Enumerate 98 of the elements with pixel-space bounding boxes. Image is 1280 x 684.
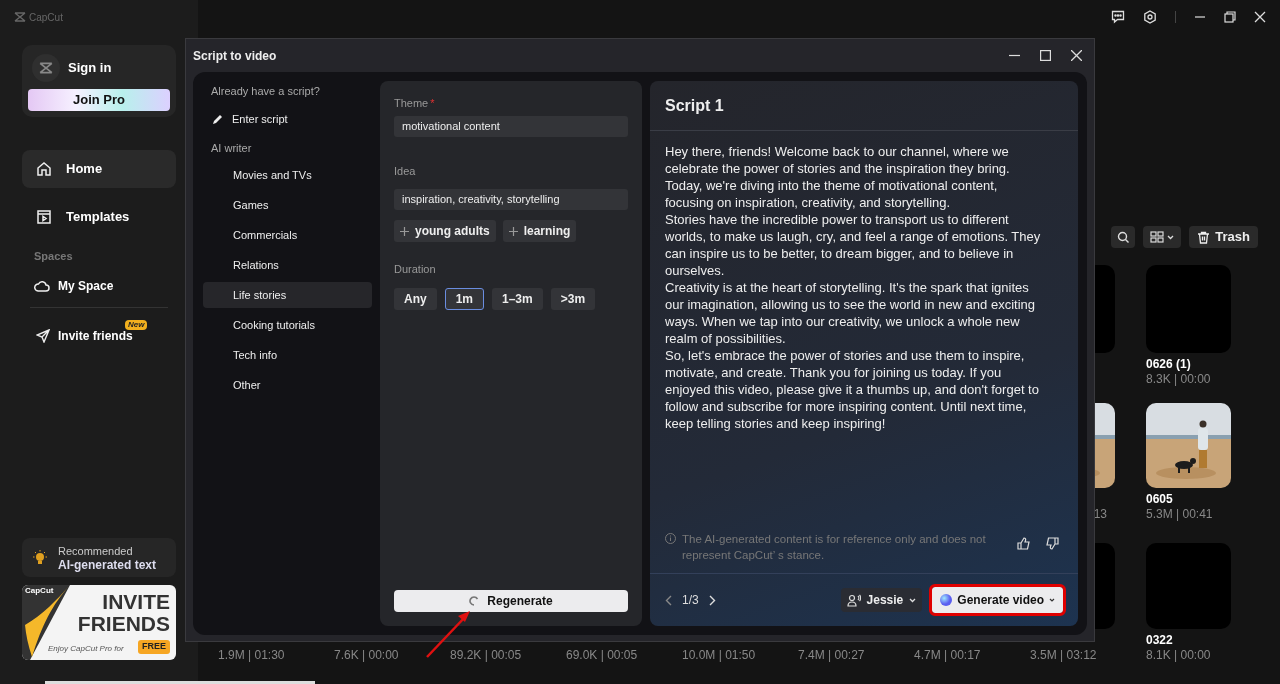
film-frame-icon	[36, 209, 52, 225]
video-stats: 89.2K | 00:05	[450, 648, 522, 663]
maximize-icon[interactable]	[1040, 50, 1051, 61]
category-item[interactable]: Tech info	[203, 342, 372, 368]
idea-field[interactable]: inspiration, creativity, storytelling	[394, 189, 628, 210]
duration-option[interactable]: 1m	[444, 288, 484, 310]
previous-icon[interactable]	[665, 594, 672, 606]
nav-item[interactable]: Templates	[22, 198, 176, 236]
join-pro-button[interactable]: Join Pro	[28, 89, 170, 111]
category-item[interactable]: Cooking tutorials	[203, 312, 372, 338]
video-title[interactable]: 0626 (1)	[1146, 357, 1231, 372]
feedback-icon[interactable]	[1111, 10, 1125, 24]
video-stats: 8.3K | 00:00	[1146, 372, 1211, 387]
grid-view-icon	[1150, 231, 1165, 243]
app-name: CapCut	[29, 10, 63, 25]
orb-icon	[940, 594, 953, 606]
speaker-person-icon	[846, 593, 861, 607]
recommendation-card[interactable]: Recommended AI-generated text	[22, 538, 176, 577]
thumbs-up-icon[interactable]	[1017, 537, 1031, 550]
suggestion-chip[interactable]: learning	[502, 220, 577, 242]
video-stats: 8.1K | 00:00	[1146, 648, 1211, 663]
video-stats: 10.0M | 01:50	[682, 648, 756, 663]
free-tag: FREE	[138, 640, 170, 654]
refresh-icon	[469, 596, 480, 606]
plus-icon	[400, 226, 409, 236]
video-stats: 69.0K | 00:05	[566, 648, 638, 663]
banner-headline: FRIENDS	[77, 613, 170, 635]
page-indicator: 1/3	[682, 592, 699, 609]
suggestion-chip[interactable]: young adults	[394, 220, 496, 242]
home-icon	[36, 161, 52, 177]
nav-item[interactable]: Home	[22, 150, 176, 188]
nav-item[interactable]: My Space	[22, 272, 176, 299]
banner-headline: INVITE	[102, 591, 170, 613]
banner-text: Enjoy CapCut Pro for	[48, 643, 124, 655]
video-stats: 13	[1093, 507, 1108, 522]
thumbs-down-icon[interactable]	[1045, 537, 1059, 550]
logo-icon	[14, 12, 26, 22]
video-title[interactable]: 0605	[1146, 492, 1231, 507]
invite-banner[interactable]: CapCut INVITE FRIENDS Enjoy CapCut Pro for FREE	[22, 585, 176, 660]
script-paragraph: Stories have the incredible power to transport us to different worlds, to make us laugh, cry, and feel a range of emotions. They can inspire us to be better, to dream bigger, and to believe in ourselves.	[665, 211, 1042, 279]
restore-icon[interactable]	[1224, 11, 1236, 23]
category-item[interactable]: Commercials	[203, 222, 372, 248]
trash-button[interactable]: Trash	[1189, 226, 1258, 248]
pencil-icon	[212, 113, 223, 125]
video-stats: 3.5M | 03:12	[1030, 648, 1097, 663]
video-stats: 7.6K | 00:00	[334, 648, 399, 663]
settings-icon[interactable]	[1143, 10, 1157, 24]
section-label: AI writer	[210, 141, 253, 156]
category-item[interactable]: Movies and TVs	[203, 162, 372, 188]
trash-icon	[1197, 230, 1211, 244]
field-label: Idea	[394, 164, 417, 178]
recommendation-label: Recommended	[58, 543, 134, 558]
sign-in-link[interactable]: Sign in	[68, 58, 112, 78]
category-item[interactable]: Games	[203, 192, 372, 218]
field-label: Duration	[394, 262, 437, 276]
search-icon	[1116, 230, 1130, 244]
category-item[interactable]: Relations	[203, 252, 372, 278]
plus-icon	[508, 226, 518, 236]
recommendation-title: AI-generated text	[58, 557, 157, 572]
section-label: Spaces	[33, 249, 74, 264]
duration-option[interactable]: Any	[394, 288, 437, 310]
dialog-title: Script to video	[193, 47, 277, 65]
video-stats: 5.3M | 00:41	[1146, 507, 1213, 522]
script-paragraph: Creativity is at the heart of storytelling. It's the spark that ignites our imagination, allowing us to see the world in new and exciting ways. When we tap into our creativity, we unlock a whole new realm of possibilities.	[665, 279, 1036, 347]
category-item[interactable]: Other	[203, 372, 372, 398]
script-paragraph: So, let's embrace the power of stories and use them to inspire, motivate, and create. Thank you for joining us today. If you enjoyed this video, please give it a thumbs up, and don't forget to follow and subscribe for more inspiring content. Until next time, keep telling stories and keep inspiring!	[665, 347, 1040, 432]
banner-brand: CapCut	[25, 586, 54, 596]
lightbulb-icon	[32, 549, 48, 566]
script-paragraph: Hey there, friends! Welcome back to our channel, where we celebrate the power of stories and the inspiration they bring. Today, we're diving into the theme of motivational content, focusing on inspiration, creativity, and storytelling.	[665, 143, 1011, 211]
script-title: Script 1	[665, 95, 724, 116]
video-stats: 4.7M | 00:17	[914, 648, 981, 663]
theme-field[interactable]: motivational content	[394, 116, 628, 137]
search-button[interactable]	[1111, 226, 1136, 248]
close-icon[interactable]	[1254, 11, 1266, 23]
disclaimer-text: The AI-generated content is for reference only and does not represent CapCut’ s stance.	[682, 532, 987, 563]
video-title[interactable]: 0322	[1146, 633, 1231, 648]
logo-icon	[39, 62, 53, 74]
paper-plane-icon	[36, 328, 50, 343]
enter-script-item[interactable]: Enter script	[203, 110, 372, 128]
video-stats: 1.9M | 01:30	[218, 648, 285, 663]
required-mark: *	[430, 96, 435, 110]
caret-icon	[909, 597, 917, 603]
caret-icon	[1049, 598, 1055, 602]
new-badge: New	[125, 319, 148, 330]
generate-video-button[interactable]: Generate video	[932, 587, 1063, 613]
regenerate-button[interactable]: Regenerate	[394, 590, 628, 612]
video-stats: 7.4M | 00:27	[798, 648, 865, 663]
duration-option[interactable]: >3m	[550, 288, 596, 310]
field-label: Theme	[394, 96, 429, 110]
next-icon[interactable]	[708, 594, 716, 606]
duration-option[interactable]: 1–3m	[492, 288, 543, 310]
voice-button[interactable]: Jessie	[840, 588, 923, 612]
view-toggle-button[interactable]	[1143, 226, 1182, 248]
section-label: Already have a script?	[210, 84, 321, 99]
close-icon[interactable]	[1071, 50, 1082, 61]
caret-icon	[1167, 234, 1175, 240]
category-item[interactable]: Life stories	[203, 282, 372, 308]
info-icon	[665, 533, 676, 544]
